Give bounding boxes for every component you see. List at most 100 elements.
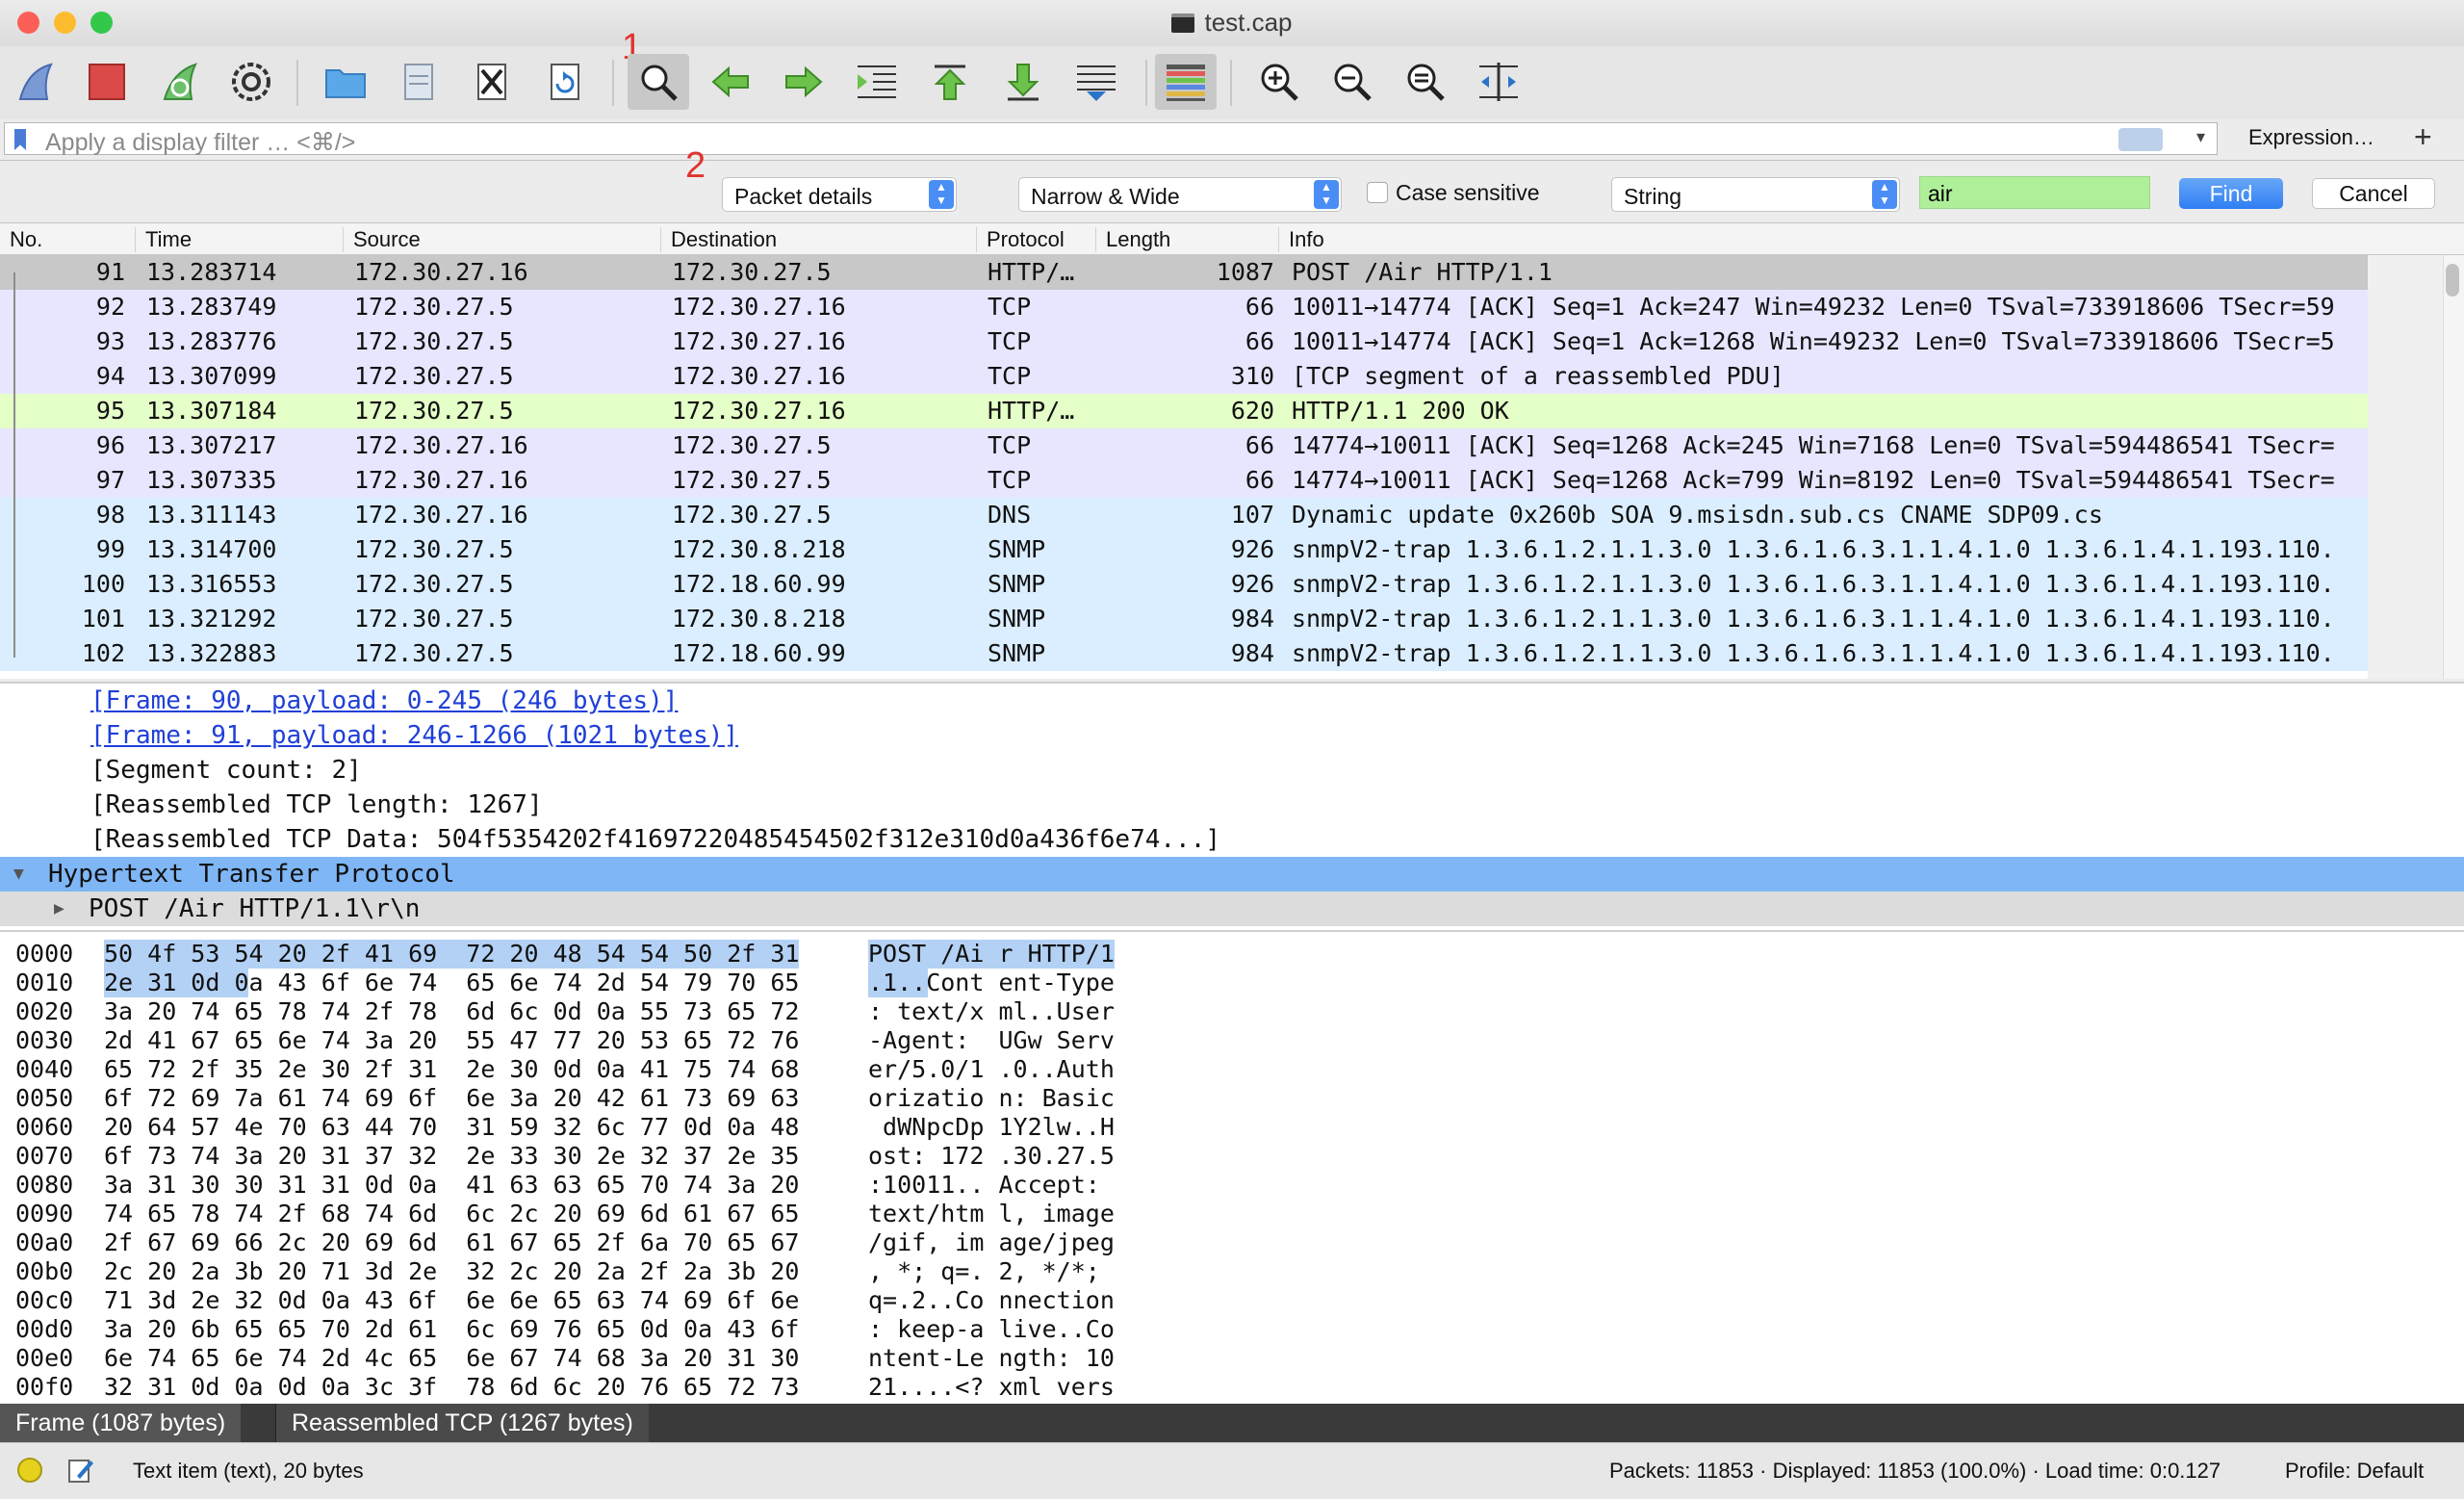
capture-comment-icon[interactable] (67, 1457, 93, 1483)
apply-filter-arrow-icon[interactable] (2118, 128, 2163, 151)
expression-button[interactable]: Expression… (2248, 125, 2374, 150)
colorize-icon[interactable] (1155, 54, 1217, 110)
byte-ascii: orizatio n: Basic (868, 1084, 1115, 1112)
column-header-info[interactable]: Info (1278, 227, 1324, 252)
tab-reassembled-tcp[interactable]: Reassembled TCP (1267 bytes) (275, 1404, 649, 1442)
packet-cell-dst: 172.30.8.218 (672, 535, 846, 563)
packet-row[interactable]: 93 13.283776 172.30.27.5 172.30.27.16 TCP 66 1… (0, 324, 2368, 359)
collapsed-triangle-icon[interactable]: ▶ (54, 892, 64, 926)
packet-row[interactable]: 98 13.311143 172.30.27.16 172.30.27.5 DNS 107… (0, 498, 2368, 532)
related-packet-line (13, 272, 15, 658)
packet-row[interactable]: 92 13.283749 172.30.27.5 172.30.27.16 TCP 66 1… (0, 290, 2368, 324)
shark-fin-start-icon[interactable] (8, 54, 64, 110)
bytes-row[interactable]: 0080 3a 31 30 30 31 31 0d 0a 41 63 63 65 … (0, 1171, 2464, 1200)
restart-fin-icon[interactable] (152, 54, 208, 110)
detail-row[interactable]: [Frame: 90, payload: 0-245 (246 bytes)] (0, 684, 2464, 718)
bytes-row[interactable]: 00e0 6e 74 65 6e 74 2d 4c 65 6e 67 74 68 … (0, 1344, 2464, 1373)
go-forward-arrow-icon[interactable] (776, 54, 832, 110)
packet-cell-time: 13.311143 (146, 501, 277, 529)
detail-row-post[interactable]: ▶ POST /Air HTTP/1.1\r\n (0, 892, 2464, 926)
bytes-row[interactable]: 0030 2d 41 67 65 6e 74 3a 20 55 47 77 20 … (0, 1026, 2464, 1055)
bytes-row[interactable]: 0060 20 64 57 4e 70 63 44 70 31 59 32 6c … (0, 1113, 2464, 1142)
packet-row[interactable]: 100 13.316553 172.30.27.5 172.18.60.99 SNMP 9… (0, 567, 2368, 602)
packet-cell-time: 13.316553 (146, 570, 277, 598)
packet-row[interactable]: 101 13.321292 172.30.27.5 172.30.8.218 SNMP 9… (0, 602, 2368, 636)
resize-columns-icon[interactable] (1471, 54, 1527, 110)
bookmark-icon[interactable] (14, 129, 26, 150)
bytes-row[interactable]: 00a0 2f 67 69 66 2c 20 69 6d 61 67 65 2f … (0, 1228, 2464, 1257)
column-header-destination[interactable]: Destination (660, 227, 777, 252)
first-packet-icon[interactable] (922, 54, 978, 110)
filter-history-chevron-icon[interactable]: ▾ (2196, 127, 2205, 147)
column-header-source[interactable]: Source (343, 227, 421, 252)
packet-row[interactable]: 95 13.307184 172.30.27.5 172.30.27.16 HTTP/…… (0, 394, 2368, 428)
display-filter-input[interactable]: Apply a display filter … <⌘/> ▾ (4, 122, 2218, 156)
detail-row-http-selected[interactable]: ▼ Hypertext Transfer Protocol (0, 857, 2464, 892)
cancel-button[interactable]: Cancel (2312, 178, 2435, 209)
tab-frame[interactable]: Frame (1087 bytes) (0, 1404, 242, 1442)
search-type-select[interactable]: String ▲ ▼ (1611, 177, 1900, 212)
search-string-input[interactable]: air (1919, 176, 2150, 209)
packet-row[interactable]: 91 13.283714 172.30.27.16 172.30.27.5 HTTP/…… (0, 255, 2368, 290)
packet-cell-time: 13.307184 (146, 397, 277, 425)
autoscroll-icon[interactable] (1068, 54, 1124, 110)
column-header-protocol[interactable]: Protocol (976, 227, 1065, 252)
packet-row[interactable]: 96 13.307217 172.30.27.16 172.30.27.5 TCP 66 1… (0, 428, 2368, 463)
bytes-row[interactable]: 0000 50 4f 53 54 20 2f 41 69 72 20 48 54 … (0, 940, 2464, 969)
packet-cell-dst: 172.30.27.16 (672, 293, 846, 321)
zoom-out-icon[interactable] (1324, 54, 1380, 110)
bytes-row[interactable]: 00d0 3a 20 6b 65 65 70 2d 61 6c 69 76 65 … (0, 1315, 2464, 1344)
packet-cell-dst: 172.18.60.99 (672, 639, 846, 667)
detail-row[interactable]: [Reassembled TCP Data: 504f5354202f41697… (0, 822, 2464, 857)
open-folder-icon[interactable] (318, 54, 373, 110)
status-profile[interactable]: Profile: Default (2285, 1459, 2424, 1484)
packet-cell-len: 984 (1230, 639, 1274, 667)
packet-list-minimap[interactable] (2368, 255, 2443, 679)
detail-row[interactable]: [Segment count: 2] (0, 753, 2464, 788)
column-header-no[interactable]: No. (0, 227, 42, 252)
normal-size-icon[interactable] (1398, 54, 1453, 110)
save-file-icon[interactable] (391, 54, 447, 110)
go-to-packet-icon[interactable] (849, 54, 905, 110)
packet-cell-proto: SNMP (988, 639, 1046, 667)
packet-cell-dst: 172.30.27.5 (672, 431, 832, 459)
packet-list-scrollbar[interactable] (2443, 255, 2464, 679)
frame-link[interactable]: [Frame: 90, payload: 0-245 (246 bytes)] (90, 684, 678, 718)
bytes-row[interactable]: 0050 6f 72 69 7a 61 74 69 6f 6e 3a 20 42 … (0, 1084, 2464, 1113)
add-filter-button[interactable]: + (2414, 119, 2432, 155)
bytes-row[interactable]: 00c0 71 3d 2e 32 0d 0a 43 6f 6e 6e 65 63 … (0, 1286, 2464, 1315)
detail-row[interactable]: [Frame: 91, payload: 246-1266 (1021 byte… (0, 718, 2464, 753)
reload-icon[interactable] (537, 54, 593, 110)
close-file-icon[interactable] (464, 54, 520, 110)
bytes-row[interactable]: 0070 6f 73 74 3a 20 31 37 32 2e 33 30 2e … (0, 1142, 2464, 1171)
last-packet-icon[interactable] (995, 54, 1051, 110)
stop-square-icon[interactable] (79, 54, 135, 110)
char-width-select[interactable]: Narrow & Wide ▲ ▼ (1018, 177, 1342, 212)
go-back-arrow-icon[interactable] (703, 54, 758, 110)
column-header-time[interactable]: Time (135, 227, 192, 252)
byte-hex: 2d 41 67 65 6e 74 3a 20 55 47 77 20 53 6… (104, 1026, 800, 1054)
packet-row[interactable]: 97 13.307335 172.30.27.16 172.30.27.5 TCP 66 1… (0, 463, 2368, 498)
find-packet-icon[interactable] (628, 54, 689, 110)
bytes-row[interactable]: 0040 65 72 2f 35 2e 30 2f 31 2e 30 0d 0a … (0, 1055, 2464, 1084)
case-sensitive-checkbox[interactable] (1367, 182, 1388, 203)
zoom-in-icon[interactable] (1251, 54, 1307, 110)
bytes-row[interactable]: 0020 3a 20 74 65 78 74 2f 78 6d 6c 0d 0a … (0, 997, 2464, 1026)
bytes-row[interactable]: 0090 74 65 78 74 2f 68 74 6d 6c 2c 20 69 … (0, 1200, 2464, 1228)
capture-options-gear-icon[interactable] (223, 54, 279, 110)
expert-info-indicator-icon[interactable] (17, 1458, 42, 1483)
bytes-row[interactable]: 00f0 32 31 0d 0a 0d 0a 3c 3f 78 6d 6c 20 … (0, 1373, 2464, 1402)
packet-row[interactable]: 94 13.307099 172.30.27.5 172.30.27.16 TCP 310… (0, 359, 2368, 394)
packet-row[interactable]: 99 13.314700 172.30.27.5 172.30.8.218 SNMP 92… (0, 532, 2368, 567)
bytes-row[interactable]: 0010 2e 31 0d 0a 43 6f 6e 74 65 6e 74 2d … (0, 969, 2464, 997)
expanded-triangle-icon[interactable]: ▼ (13, 857, 24, 892)
detail-row[interactable]: [Reassembled TCP length: 1267] (0, 788, 2464, 822)
packet-list-scroll-thumb[interactable] (2446, 264, 2459, 297)
frame-link[interactable]: [Frame: 91, payload: 246-1266 (1021 byte… (90, 718, 738, 753)
packet-cell-proto: SNMP (988, 605, 1046, 633)
search-in-select[interactable]: Packet details ▲ ▼ (722, 177, 957, 212)
bytes-row[interactable]: 00b0 2c 20 2a 3b 20 71 3d 2e 32 2c 20 2a … (0, 1257, 2464, 1286)
column-header-length[interactable]: Length (1095, 227, 1170, 252)
packet-row[interactable]: 102 13.322883 172.30.27.5 172.18.60.99 SNMP 9… (0, 636, 2368, 671)
find-button[interactable]: Find (2179, 178, 2283, 209)
